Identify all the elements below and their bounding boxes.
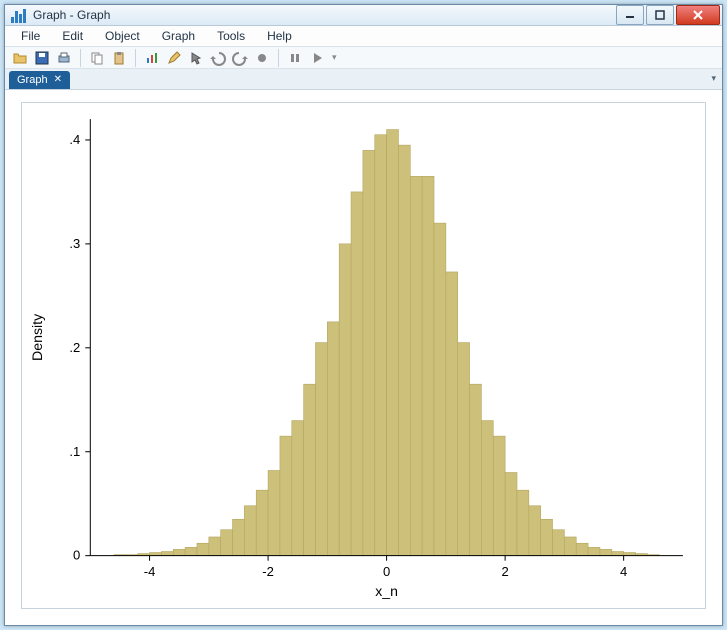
save-icon[interactable]: [33, 49, 51, 67]
menu-tools[interactable]: Tools: [207, 26, 255, 46]
svg-text:.3: .3: [69, 236, 80, 251]
edit-icon[interactable]: [165, 49, 183, 67]
play-icon[interactable]: [308, 49, 326, 67]
maximize-button[interactable]: [646, 5, 674, 25]
menu-edit[interactable]: Edit: [52, 26, 93, 46]
app-window: Graph - Graph File Edit Object Graph Too…: [4, 4, 723, 626]
svg-text:0: 0: [383, 564, 390, 579]
menu-graph[interactable]: Graph: [152, 26, 205, 46]
svg-text:2: 2: [501, 564, 508, 579]
toolbar-separator: [80, 49, 81, 67]
menu-object[interactable]: Object: [95, 26, 150, 46]
svg-text:-2: -2: [262, 564, 274, 579]
close-button[interactable]: [676, 5, 720, 25]
tabbar: Graph ✕ ▾: [5, 69, 722, 90]
toolbar-dropdown-icon[interactable]: ▾: [332, 52, 337, 63]
svg-text:x_n: x_n: [375, 583, 398, 599]
titlebar[interactable]: Graph - Graph: [5, 5, 722, 26]
tab-label: Graph: [17, 74, 48, 86]
chart-container: 0 .1 .2 .3 .4 -4 -2 0 2 4 x_n Density: [21, 102, 706, 609]
paste-icon[interactable]: [110, 49, 128, 67]
open-icon[interactable]: [11, 49, 29, 67]
tab-close-icon[interactable]: ✕: [54, 74, 62, 85]
toolbar-separator: [278, 49, 279, 67]
svg-text:.4: .4: [69, 132, 80, 147]
svg-text:4: 4: [620, 564, 627, 579]
pause-icon[interactable]: [286, 49, 304, 67]
svg-text:Density: Density: [29, 313, 45, 361]
svg-text:.1: .1: [69, 444, 80, 459]
menubar: File Edit Object Graph Tools Help: [5, 26, 722, 47]
chart-area: 0 .1 .2 .3 .4 -4 -2 0 2 4 x_n Density: [5, 90, 722, 625]
record-icon[interactable]: [253, 49, 271, 67]
menu-file[interactable]: File: [11, 26, 50, 46]
tab-graph[interactable]: Graph ✕: [9, 71, 70, 89]
redo-icon[interactable]: [231, 49, 249, 67]
chart-icon[interactable]: [143, 49, 161, 67]
window-title: Graph - Graph: [33, 8, 616, 22]
toolbar-separator: [135, 49, 136, 67]
tab-dropdown-icon[interactable]: ▾: [711, 73, 716, 84]
app-icon: [11, 7, 27, 23]
svg-text:0: 0: [73, 547, 80, 562]
minimize-button[interactable]: [616, 5, 644, 25]
svg-text:.2: .2: [69, 340, 80, 355]
menu-help[interactable]: Help: [257, 26, 302, 46]
copy-icon[interactable]: [88, 49, 106, 67]
undo-icon[interactable]: [209, 49, 227, 67]
print-icon[interactable]: [55, 49, 73, 67]
svg-text:-4: -4: [144, 564, 156, 579]
density-histogram: 0 .1 .2 .3 .4 -4 -2 0 2 4 x_n Density: [22, 103, 705, 608]
toolbar: ▾: [5, 47, 722, 68]
pointer-icon[interactable]: [187, 49, 205, 67]
